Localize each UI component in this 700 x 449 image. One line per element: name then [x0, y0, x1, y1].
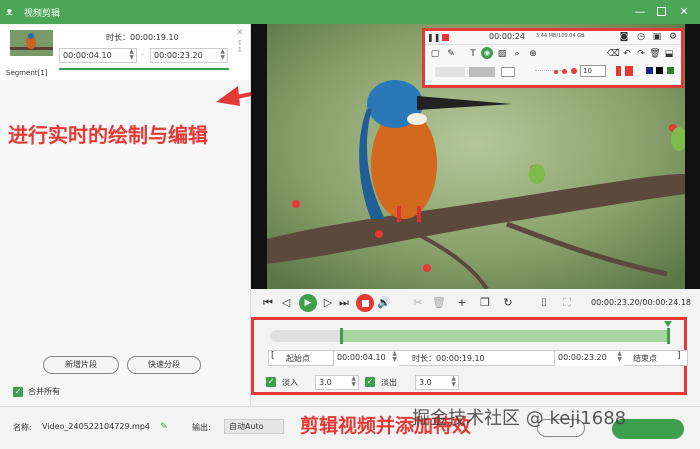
- text-tool-icon[interactable]: T: [467, 47, 479, 61]
- trash-icon[interactable]: 🗑: [432, 296, 446, 310]
- font-size-input[interactable]: 10: [580, 65, 606, 77]
- bracket-right-icon: ]: [677, 351, 681, 361]
- segment-name: Segment[1]: [6, 69, 48, 77]
- segment-close-icon[interactable]: ✕: [236, 28, 244, 38]
- fade-in-checkbox[interactable]: ✓: [266, 377, 276, 387]
- timeline-start-handle[interactable]: [340, 328, 343, 344]
- segment-start-time[interactable]: 00:00:04.10 ▲ ▼: [59, 48, 137, 63]
- maximize-icon[interactable]: [653, 4, 669, 20]
- watermark: 掘金技术社区 @ keji1688: [412, 408, 627, 429]
- color-swatch-red-large[interactable]: [625, 66, 633, 76]
- stroke-width-dots[interactable]: [535, 70, 565, 75]
- color-dot-1[interactable]: [554, 70, 558, 74]
- merge-all-checkbox[interactable]: ✓: [13, 387, 23, 397]
- drawing-toolbar: ❚❚ 00:00:24 3.44 MB/109.04 GB ◙ ◷ ▣ ⚙ ▢ …: [422, 28, 684, 88]
- zoom-in-icon[interactable]: ⊕: [527, 47, 539, 61]
- fade-in-input[interactable]: 3.0 ▲ ▼: [315, 375, 359, 390]
- close-icon[interactable]: ✕: [676, 4, 692, 20]
- add-icon[interactable]: +: [455, 296, 469, 310]
- pen-tool-icon[interactable]: ✎: [445, 47, 457, 61]
- merge-all-label: 合并所有: [28, 387, 60, 396]
- reset-icon[interactable]: ↻: [501, 296, 515, 310]
- redo-icon[interactable]: ↷: [635, 47, 647, 61]
- segment-thumbnail: [10, 30, 53, 56]
- duration-label: 时长：00:00:19.10: [412, 354, 485, 363]
- play-button[interactable]: ▶: [299, 294, 317, 312]
- window-title: 视频剪辑: [24, 9, 61, 19]
- minimize-icon[interactable]: —: [632, 4, 648, 20]
- fade-out-checkbox[interactable]: ✓: [365, 377, 375, 387]
- color-dot-2[interactable]: [562, 69, 567, 74]
- step-back-icon[interactable]: ◁: [279, 296, 293, 310]
- toolbar-divider: [425, 44, 681, 45]
- name-label: 名称:: [13, 423, 32, 432]
- pause-icon[interactable]: ❚❚: [427, 31, 440, 45]
- delete-icon[interactable]: 🗑: [649, 47, 661, 61]
- new-segment-button[interactable]: 新增片段: [43, 356, 119, 374]
- quick-split-button[interactable]: 快速分段: [127, 356, 201, 374]
- bracket-left-icon: [: [271, 351, 275, 361]
- camera-icon[interactable]: ◙: [618, 30, 630, 44]
- cut-icon[interactable]: ✂: [411, 296, 425, 310]
- record-time: 00:00:24: [489, 32, 525, 41]
- record-size: 3.44 MB/109.04 GB: [536, 33, 585, 39]
- time-separator: -: [141, 50, 144, 59]
- start-point-label[interactable]: 起始点: [286, 353, 310, 364]
- player-controls: ⏮ ◁ ▶ ▷ ⏭ 🔊 ✂ 🗑 + ❐ ↻ ⌷ ⛶ 00:00:23.20/00…: [251, 289, 700, 317]
- line-style-selector[interactable]: [435, 67, 465, 77]
- opacity-slider[interactable]: [501, 67, 515, 77]
- stop-record-icon[interactable]: [442, 34, 449, 41]
- output-select[interactable]: 自动Auto: [224, 419, 284, 434]
- filename: Video_240522104729.mp4: [42, 422, 150, 431]
- start-time-input[interactable]: 00:00:04.10 ▲ ▼: [333, 351, 399, 366]
- color-picker-icon[interactable]: ◉: [481, 47, 493, 59]
- edit-name-icon[interactable]: ✎: [158, 420, 170, 434]
- output-label: 输出:: [192, 423, 211, 432]
- color-dot-3[interactable]: [571, 68, 577, 74]
- fade-out-input[interactable]: 3.0 ▲ ▼: [415, 375, 459, 390]
- stop-button[interactable]: [356, 294, 374, 312]
- undo-icon[interactable]: ↶: [621, 47, 633, 61]
- fade-out-label: 淡出: [381, 378, 397, 387]
- magnifier-icon[interactable]: ⌕: [511, 47, 523, 61]
- rectangle-tool-icon[interactable]: ▢: [429, 47, 441, 61]
- fade-in-label: 淡入: [282, 378, 298, 387]
- color-swatch-red[interactable]: [616, 66, 621, 76]
- edit-panel: [ 起始点 00:00:04.10 ▲ ▼ 时长：00:00:19.10 00:00…: [251, 317, 688, 395]
- annotation-top: 进行实时的绘制与编辑: [8, 123, 208, 147]
- toolbox-icon[interactable]: ▣: [651, 30, 663, 44]
- timer-icon[interactable]: ◷: [635, 30, 647, 44]
- color-swatch-navy[interactable]: [646, 67, 653, 74]
- fullscreen-icon[interactable]: ⛶: [560, 296, 574, 310]
- crop-icon[interactable]: ⌷: [537, 296, 551, 310]
- image-tool-icon[interactable]: ▨: [496, 47, 508, 61]
- segment-progress: [59, 68, 229, 70]
- color-swatch-black[interactable]: [656, 67, 663, 74]
- lock-icon[interactable]: ⬓: [663, 47, 675, 61]
- skip-end-icon[interactable]: ⏭: [337, 296, 351, 310]
- copy-icon[interactable]: ❐: [478, 296, 492, 310]
- title-bar: ᴥ 视频剪辑 — ✕: [0, 0, 700, 24]
- settings-icon[interactable]: ⚙: [667, 30, 679, 44]
- app-logo-icon: ᴥ: [6, 5, 13, 18]
- end-point-label[interactable]: 结束点: [633, 353, 657, 364]
- time-display: 00:00:23.20/00:00:24.18: [591, 298, 691, 307]
- playhead-marker[interactable]: [664, 321, 672, 327]
- timeline-end-handle[interactable]: [667, 328, 670, 344]
- volume-icon[interactable]: 🔊: [377, 296, 391, 310]
- end-time-input[interactable]: 00:00:23.20 ▲ ▼: [554, 351, 624, 366]
- segment-duration: 时长：00:00:19.10: [106, 33, 179, 42]
- skip-start-icon[interactable]: ⏮: [261, 296, 275, 310]
- eraser-icon[interactable]: ⌫: [607, 47, 620, 61]
- color-swatch-green[interactable]: [667, 67, 674, 74]
- fill-style-selector[interactable]: [469, 67, 495, 77]
- step-forward-icon[interactable]: ▷: [321, 296, 335, 310]
- timeline-selection[interactable]: [341, 330, 668, 342]
